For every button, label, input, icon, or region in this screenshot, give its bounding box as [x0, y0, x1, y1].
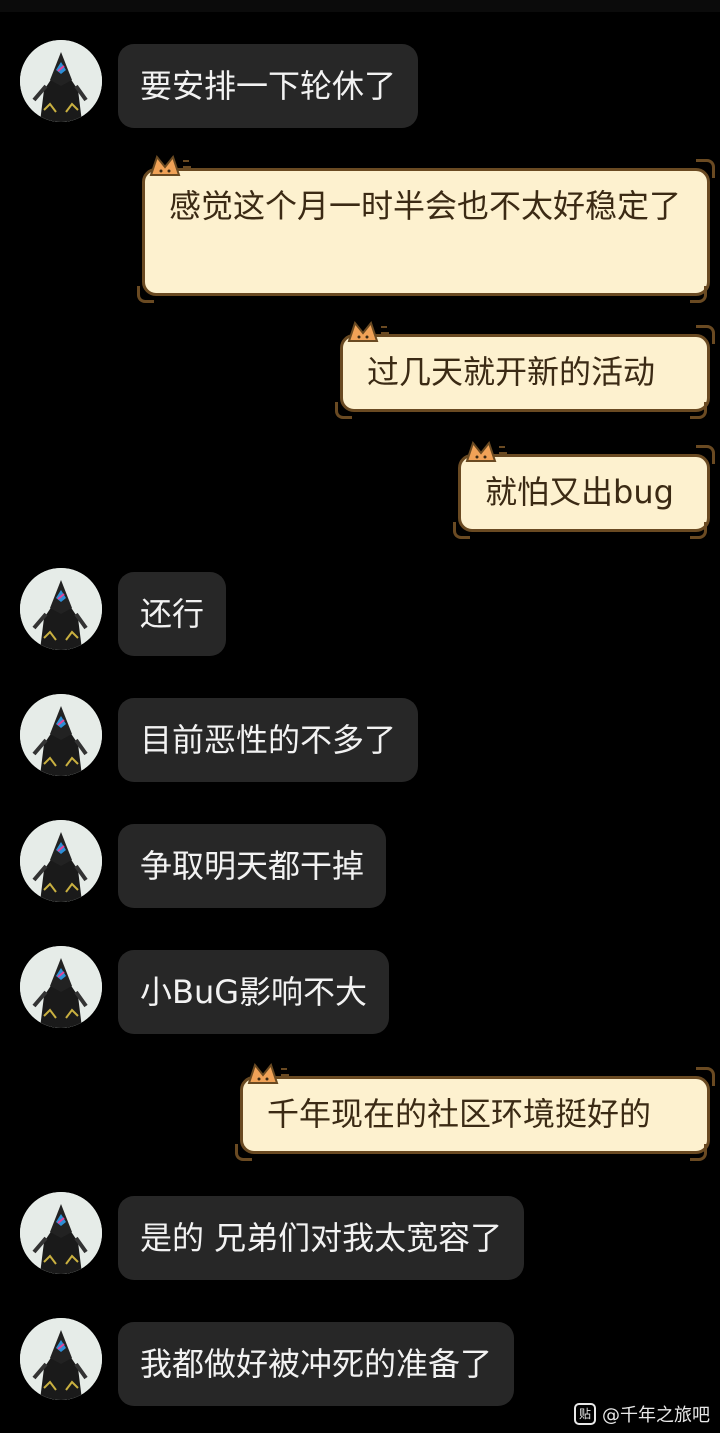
- chat-bubble-right[interactable]: 过几天就开新的活动: [335, 320, 715, 419]
- chat-bubble-left[interactable]: 目前恶性的不多了: [118, 698, 419, 782]
- armored-knight-avatar-icon: [20, 946, 102, 1028]
- message-row: 是的 兄弟们对我太宽容了: [0, 1192, 720, 1282]
- cat-ears-icon: [347, 320, 389, 342]
- chat-bubble-text: 千年现在的社区环境挺好的: [267, 1095, 652, 1133]
- chat-bubble-left[interactable]: 小BuG影响不大: [118, 950, 390, 1034]
- message-row: 我都做好被冲死的准备了: [0, 1318, 720, 1408]
- chat-bubble-right[interactable]: 感觉这个月一时半会也不太好稳定了: [137, 154, 715, 303]
- message-row: 小BuG影响不大: [0, 946, 720, 1036]
- armored-knight-avatar-icon: [20, 1192, 102, 1274]
- chat-bubble-left[interactable]: 我都做好被冲死的准备了: [118, 1322, 515, 1406]
- cat-ears-icon: [149, 154, 191, 176]
- watermark-text: @千年之旅吧: [602, 1405, 710, 1426]
- avatar[interactable]: [20, 40, 102, 122]
- armored-knight-avatar-icon: [20, 40, 102, 122]
- message-row: 目前恶性的不多了: [0, 694, 720, 784]
- armored-knight-avatar-icon: [20, 820, 102, 902]
- avatar[interactable]: [20, 1318, 102, 1400]
- armored-knight-avatar-icon: [20, 694, 102, 776]
- chat-bubble-right[interactable]: 千年现在的社区环境挺好的: [235, 1062, 715, 1161]
- message-row: 感觉这个月一时半会也不太好稳定了: [0, 154, 720, 303]
- avatar[interactable]: [20, 694, 102, 776]
- armored-knight-avatar-icon: [20, 568, 102, 650]
- message-row: 就怕又出bug: [0, 440, 720, 539]
- avatar[interactable]: [20, 820, 102, 902]
- cat-ears-icon: [247, 1062, 289, 1084]
- avatar[interactable]: [20, 568, 102, 650]
- message-row: 争取明天都干掉: [0, 820, 720, 910]
- message-row: 过几天就开新的活动: [0, 320, 720, 419]
- armored-knight-avatar-icon: [20, 1318, 102, 1400]
- message-row: 还行: [0, 568, 720, 658]
- chat-bubble-text: 过几天就开新的活动: [367, 353, 656, 391]
- chat-bubble-left[interactable]: 是的 兄弟们对我太宽容了: [118, 1196, 525, 1280]
- chat-bubble-left[interactable]: 还行: [118, 572, 227, 656]
- chat-bubble-text: 就怕又出bug: [485, 473, 674, 511]
- watermark: 贴 @千年之旅吧: [574, 1401, 710, 1427]
- chat-bubble-text: 感觉这个月一时半会也不太好稳定了: [169, 187, 682, 225]
- cat-ears-icon: [465, 440, 507, 462]
- tieba-logo-icon: 贴: [574, 1403, 596, 1425]
- avatar[interactable]: [20, 1192, 102, 1274]
- top-status-strip: [0, 0, 720, 12]
- chat-bubble-right[interactable]: 就怕又出bug: [453, 440, 715, 539]
- chat-bubble-left[interactable]: 争取明天都干掉: [118, 824, 387, 908]
- message-row: 要安排一下轮休了: [0, 40, 720, 130]
- chat-bubble-left[interactable]: 要安排一下轮休了: [118, 44, 419, 128]
- avatar[interactable]: [20, 946, 102, 1028]
- message-row: 千年现在的社区环境挺好的: [0, 1062, 720, 1161]
